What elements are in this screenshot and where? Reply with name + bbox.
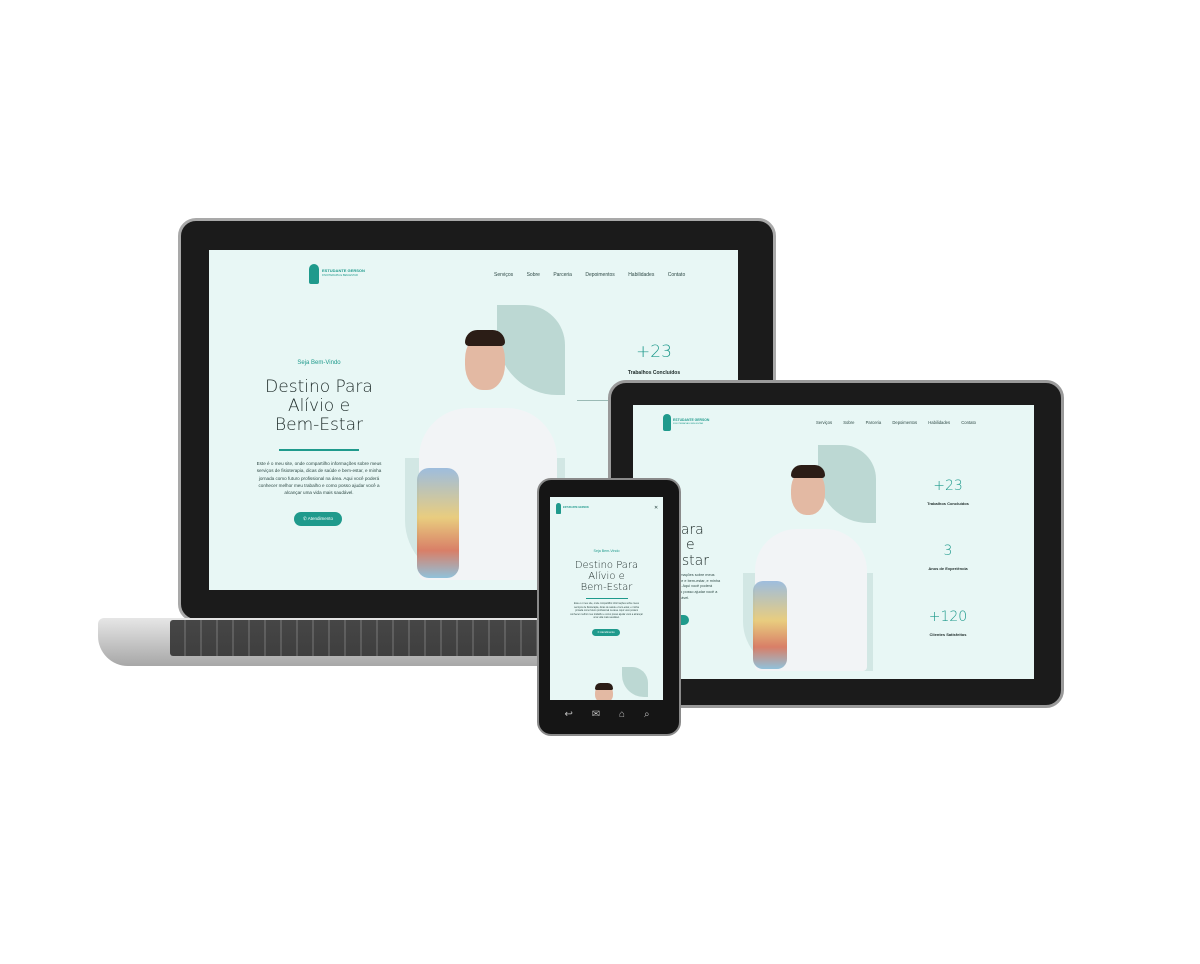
nav-link-contato[interactable]: Contato — [668, 272, 686, 278]
phone-hero-text: Este é o meu site, onde compartilho info… — [570, 602, 643, 620]
tablet-hero-photo — [743, 463, 873, 671]
home-icon[interactable]: ⌂ — [619, 709, 625, 720]
back-icon[interactable]: ↩ — [564, 709, 572, 720]
logo-figure-icon — [309, 264, 319, 284]
nav-link-sobre[interactable]: Sobre — [843, 420, 854, 425]
brand-name: ESTUDANTE GERSON — [563, 506, 589, 509]
phone-appointment-button[interactable]: ✆ Atendimento — [592, 629, 620, 636]
phone-title-line-1: Destino Para — [574, 560, 639, 571]
appointment-button-label: Atendimento — [307, 516, 334, 521]
nav-link-sobre[interactable]: Sobre — [527, 272, 540, 278]
nav-link-depoimentos[interactable]: Depoimentos — [892, 420, 917, 425]
decorative-blob — [622, 667, 648, 697]
nav-link-servicos[interactable]: Serviços — [494, 272, 513, 278]
spine-model — [417, 468, 459, 578]
brand-tagline: FISIOTERAPIA E BEM-ESTAR — [322, 274, 358, 277]
tablet-stat-label-1: Trabalhos Concluídos — [927, 501, 969, 506]
phone-brand-logo[interactable]: ESTUDANTE GERSON — [556, 502, 592, 516]
search-icon[interactable]: ⌕ — [644, 709, 650, 720]
stat-value-1: +23 — [636, 342, 672, 362]
hero-title-line-3: Bem-Estar — [275, 415, 363, 436]
tablet-stat-label-3: Clientes Satisfeitos — [929, 632, 967, 637]
main-nav: Serviços Sobre Parceria Depoimentos Habi… — [494, 272, 685, 278]
brand-name: ESTUDANTE GERSON — [673, 418, 710, 422]
spine-model — [753, 581, 787, 669]
appointment-button[interactable]: ✆ Atendimento — [294, 512, 342, 526]
hero-title: Destino Para Alívio e Bem-Estar — [249, 377, 389, 436]
menu-icon[interactable]: ✕ — [654, 505, 658, 511]
tablet-stat-value-1: +23 — [933, 478, 963, 494]
title-underline — [279, 449, 359, 451]
logo-figure-icon — [663, 414, 671, 431]
doctor-hair — [465, 330, 505, 346]
tablet-stat-value-2: 3 — [943, 543, 953, 559]
nav-link-habilidades[interactable]: Habilidades — [628, 272, 654, 278]
tablet-brand-logo[interactable]: ESTUDANTE GERSON FISIOTERAPIA E BEM-ESTA… — [663, 413, 710, 433]
stat-label-1: Trabalhos Concluídos — [627, 370, 681, 376]
hero-title-line-2: Alívio e — [287, 396, 351, 417]
phone-hero-title: Destino Para Alívio e Bem-Estar — [560, 560, 653, 594]
phone-welcome-text: Seja Bem-Vindo — [593, 549, 620, 553]
phone-title-line-3: Bem-Estar — [580, 582, 633, 594]
phone-screen: ESTUDANTE GERSON ✕ Seja Bem-Vindo Destin… — [550, 497, 663, 700]
hero-title-line-1: Destino Para — [265, 377, 373, 397]
nav-link-servicos[interactable]: Serviços — [816, 420, 832, 425]
tablet-main-nav: Serviços Sobre Parceria Depoimentos Habi… — [816, 420, 976, 425]
nav-link-habilidades[interactable]: Habilidades — [928, 420, 950, 425]
welcome-text: Seja Bem-Vindo — [297, 360, 341, 366]
nav-link-contato[interactable]: Contato — [961, 420, 976, 425]
doctor-hair — [791, 465, 825, 478]
nav-link-parceria[interactable]: Parceria — [866, 420, 882, 425]
tablet-screen: ESTUDANTE GERSON FISIOTERAPIA E BEM-ESTA… — [633, 405, 1034, 679]
tablet-stat-value-3: +120 — [928, 609, 968, 625]
nav-link-parceria[interactable]: Parceria — [553, 272, 572, 278]
hero-text: Este é o meu site, onde compartilho info… — [256, 461, 382, 496]
brand-logo[interactable]: ESTUDANTE GERSON FISIOTERAPIA E BEM-ESTA… — [309, 262, 365, 286]
phone-title-line-2: Alívio e — [588, 571, 625, 583]
brand-tagline: FISIOTERAPIA E BEM-ESTAR — [673, 423, 704, 425]
brand-name: ESTUDANTE GERSON — [322, 268, 365, 273]
logo-figure-icon — [556, 503, 561, 514]
phone-softkeys: ↩ ✉ ⌂ ⌕ — [555, 706, 659, 722]
tablet-stat-label-2: Anos de Experiência — [928, 566, 968, 571]
doctor-hair — [595, 683, 613, 690]
phone-appointment-button-label: Atendimento — [600, 631, 615, 634]
phone-title-underline — [586, 598, 628, 599]
nav-link-depoimentos[interactable]: Depoimentos — [585, 272, 614, 278]
mail-icon[interactable]: ✉ — [592, 709, 600, 720]
